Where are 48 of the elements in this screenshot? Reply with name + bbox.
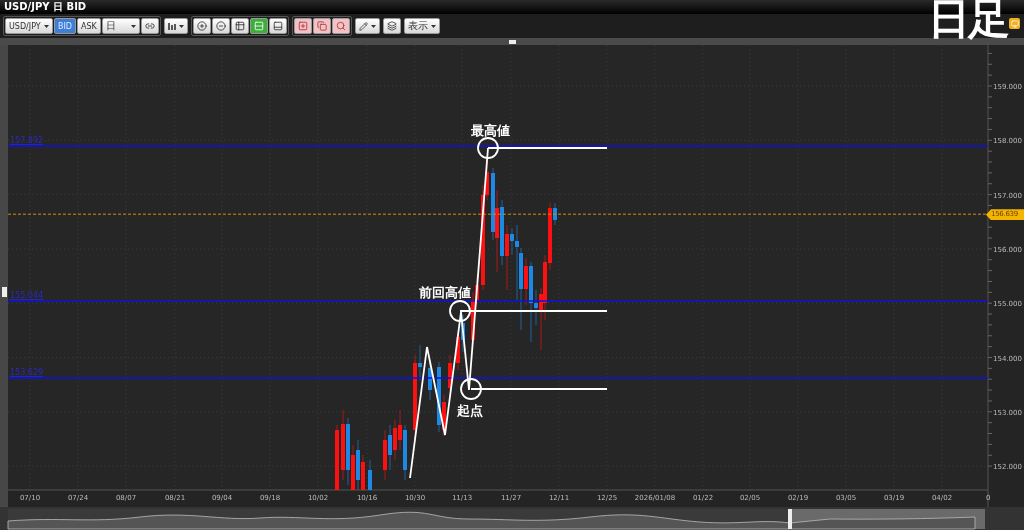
layout-icon (253, 21, 264, 31)
caret-icon (44, 24, 49, 28)
circle-marker (460, 378, 482, 400)
circle-marker (477, 137, 499, 159)
pencil-icon (358, 21, 368, 31)
chart-type-dropdown[interactable] (163, 18, 188, 34)
panel-icon[interactable] (1009, 18, 1020, 29)
annotation-label: 最高値 (470, 123, 510, 138)
candlestick-icon (167, 22, 176, 30)
price-side-button[interactable]: ASK (77, 18, 101, 34)
window-title: USD/JPY 日 BID (4, 0, 87, 14)
zoom-in-button[interactable] (192, 18, 211, 34)
display-dropdown[interactable]: 表示 (403, 18, 440, 34)
link-button[interactable] (140, 18, 159, 34)
zoom-out-icon (215, 21, 226, 31)
period-dropdown[interactable]: 日 (101, 18, 140, 34)
zoom-out-button[interactable] (211, 18, 230, 34)
level-label: 153.629 (10, 368, 44, 377)
layout-icon (272, 21, 283, 31)
copy-icon (316, 21, 327, 31)
pen-dropdown[interactable] (354, 18, 380, 34)
candlestick (368, 459, 372, 490)
link-icon (144, 21, 155, 31)
symbol-dropdown[interactable]: USD/JPY (5, 18, 53, 34)
add-chart-button[interactable] (293, 18, 312, 34)
scroll-handle[interactable] (508, 39, 516, 44)
layout-icon (234, 21, 245, 31)
zoom-in-icon (196, 21, 207, 31)
add-icon (297, 21, 308, 31)
candlestick (335, 424, 339, 490)
annotation-label: 前回高値 (419, 285, 471, 300)
level-label: 155.044 (10, 291, 44, 300)
circle-marker (449, 300, 471, 322)
copy-button[interactable] (312, 18, 331, 34)
annotation-label: 起点 (457, 403, 483, 418)
search-button[interactable] (331, 18, 350, 34)
layers-icon (386, 21, 397, 31)
caret-icon (178, 24, 184, 28)
caret-icon (430, 24, 436, 28)
caret-icon (370, 24, 376, 28)
layers-button[interactable] (382, 18, 401, 34)
level-label: 157.892 (10, 136, 44, 145)
search-icon (335, 21, 346, 31)
layout-button[interactable] (230, 18, 249, 34)
layout-button[interactable] (268, 18, 287, 34)
side-handle[interactable] (1, 287, 7, 297)
layout-button[interactable] (249, 18, 268, 34)
caret-icon (130, 24, 136, 28)
